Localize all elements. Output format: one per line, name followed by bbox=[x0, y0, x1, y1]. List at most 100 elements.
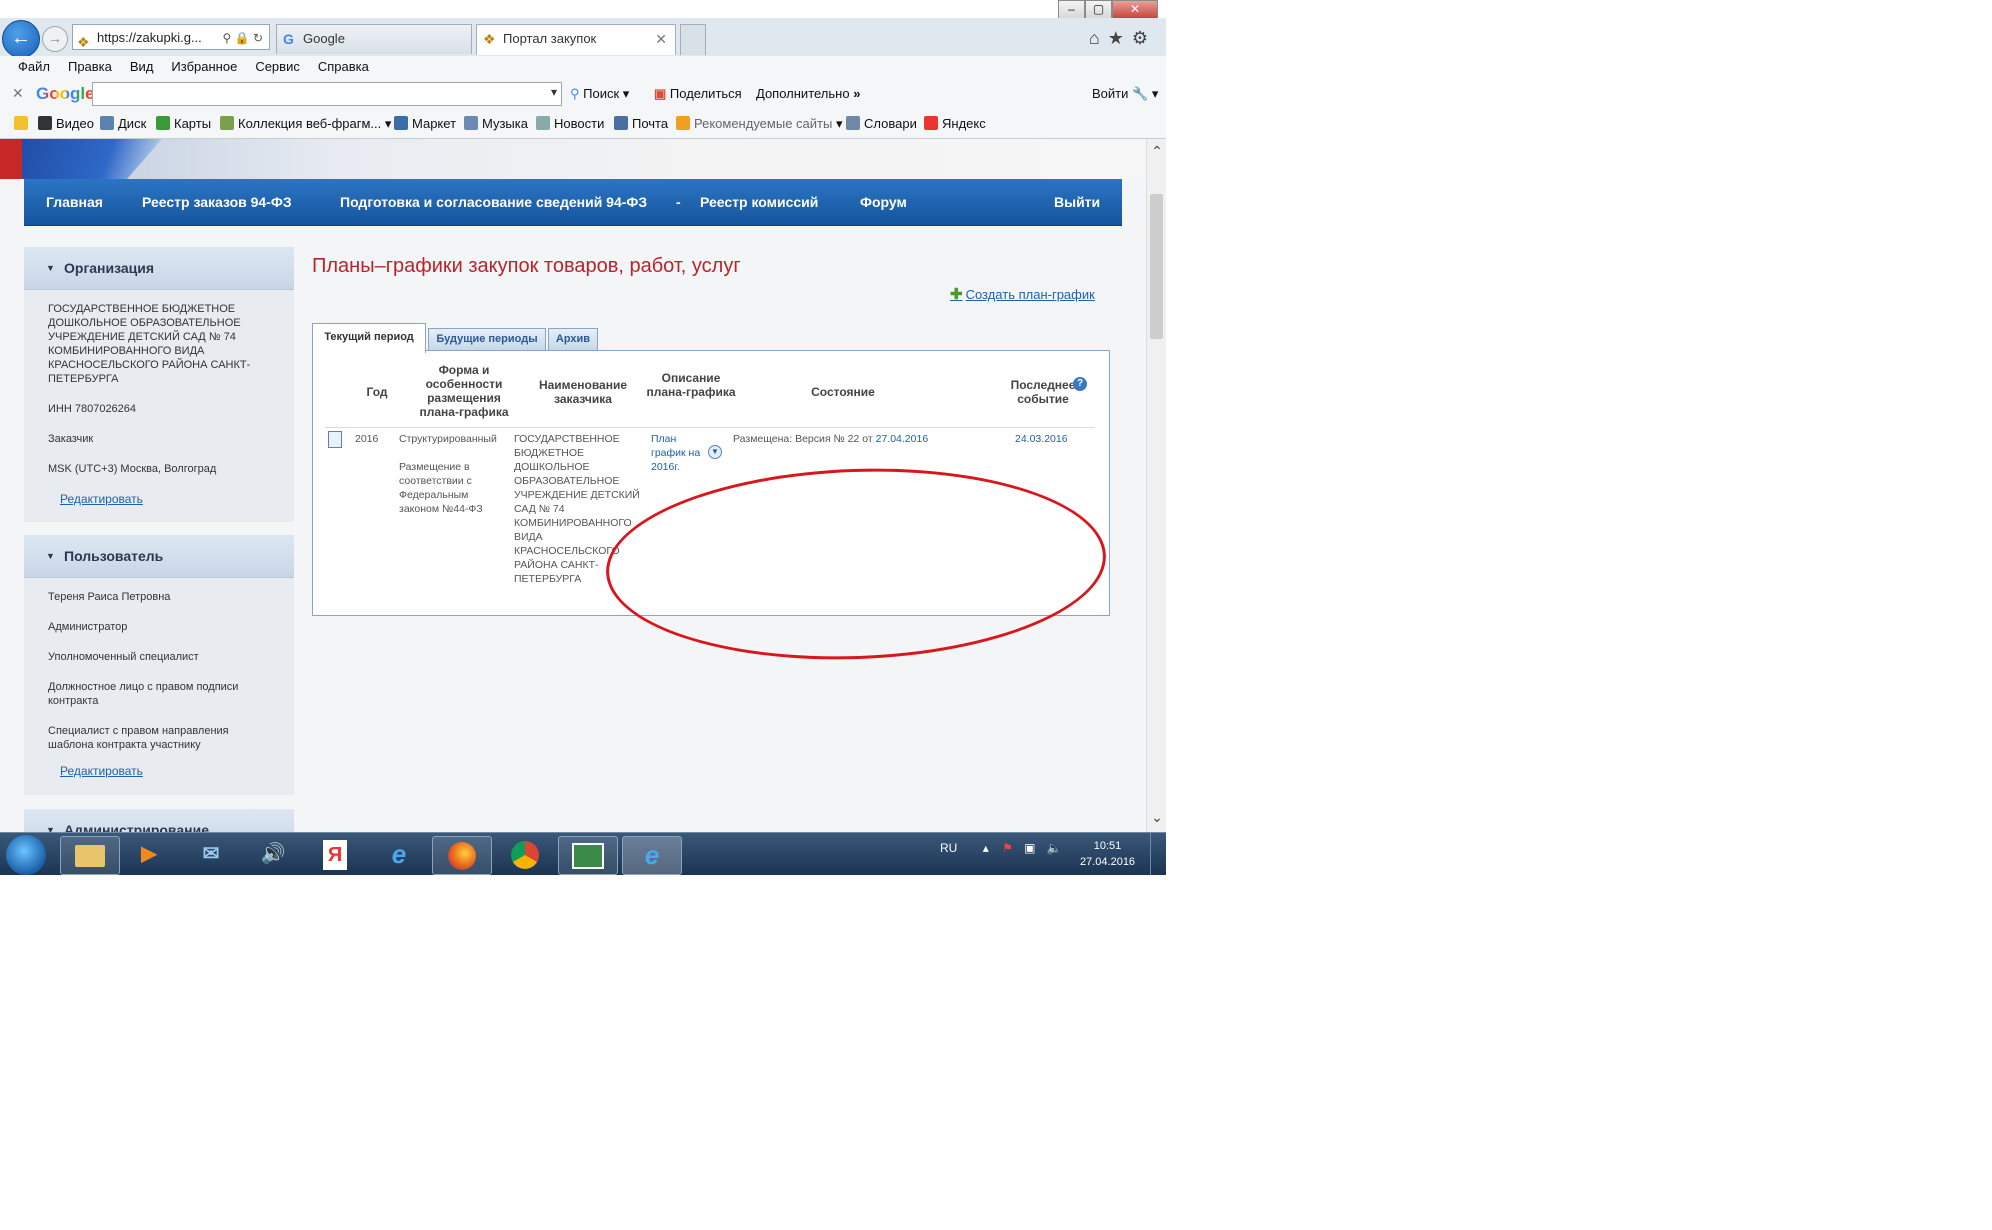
nav-home[interactable]: Главная bbox=[46, 179, 103, 225]
bookmark-web-slices[interactable]: Коллекция веб-фрагм... ▾ bbox=[220, 116, 391, 132]
status-date: 27.04.2016 bbox=[875, 433, 929, 445]
nav-forum[interactable]: Форум bbox=[860, 179, 907, 225]
cell-form: Структурированный bbox=[399, 433, 497, 445]
nav-logout[interactable]: Выйти bbox=[1054, 179, 1100, 225]
browser-toolbar-icons: ⌂★⚙ bbox=[1089, 28, 1156, 49]
login-button[interactable]: Войти 🔧 ▾ bbox=[1092, 86, 1158, 102]
page-scrollbar[interactable]: ⌃ ⌄ bbox=[1146, 139, 1166, 832]
cell-customer: ГОСУДАРСТВЕННОЕ БЮДЖЕТНОЕ ДОШКОЛЬНОЕ ОБР… bbox=[514, 433, 640, 585]
show-desktop-button[interactable] bbox=[1150, 833, 1166, 875]
google-logo-text: Google bbox=[36, 84, 95, 103]
language-indicator[interactable]: RU bbox=[940, 841, 957, 855]
bookmark-disk[interactable]: Диск bbox=[100, 116, 146, 131]
bookmark-maps[interactable]: Карты bbox=[156, 116, 211, 131]
menu-view[interactable]: Вид bbox=[130, 56, 154, 78]
menu-help[interactable]: Справка bbox=[318, 56, 369, 78]
organization-role: Заказчик bbox=[48, 433, 94, 445]
minimize-button[interactable]: – bbox=[1058, 0, 1085, 19]
bookmark-news[interactable]: Новости bbox=[536, 116, 604, 131]
taskbar-media-player[interactable]: ▶ bbox=[120, 836, 178, 873]
tab-portal[interactable]: ❖ Портал закупок ✕ bbox=[476, 24, 676, 55]
show-hidden-icons[interactable]: ▴ bbox=[983, 841, 989, 855]
user-role: Специалист с правом направления шаблона … bbox=[48, 725, 229, 751]
help-icon[interactable]: ? bbox=[1073, 377, 1087, 391]
taskbar-mail[interactable]: ✉ bbox=[182, 836, 240, 873]
close-tab-icon[interactable]: ✕ bbox=[655, 25, 667, 53]
bookmark-suggested-sites[interactable]: Рекомендуемые сайты ▾ bbox=[676, 116, 842, 132]
bookmark-mail[interactable]: Почта bbox=[614, 116, 668, 131]
menu-file[interactable]: Файл bbox=[18, 56, 50, 78]
user-panel-header[interactable]: ▼ Пользователь bbox=[24, 535, 294, 578]
column-header-customer: Наименование заказчика bbox=[538, 378, 628, 406]
window-app-icon bbox=[572, 842, 604, 869]
google-search-input[interactable]: ▾ bbox=[92, 82, 562, 106]
create-plan-link[interactable]: ✚ Создать план-график bbox=[950, 285, 1095, 303]
menu-edit[interactable]: Правка bbox=[68, 56, 112, 78]
scroll-down-icon[interactable]: ⌄ bbox=[1149, 809, 1165, 826]
home-icon[interactable]: ⌂ bbox=[1089, 28, 1108, 48]
favorites-star-icon[interactable]: ★ bbox=[1108, 28, 1132, 48]
menu-favorites[interactable]: Избранное bbox=[171, 56, 237, 78]
menu-tools[interactable]: Сервис bbox=[255, 56, 300, 78]
tab-google[interactable]: G Google bbox=[276, 24, 472, 54]
flag-decoration bbox=[0, 139, 22, 179]
start-button[interactable] bbox=[6, 835, 46, 875]
organization-panel-header[interactable]: ▼ Организация bbox=[24, 247, 294, 290]
admin-panel: ▼ Администрирование bbox=[24, 809, 294, 832]
user-role: Уполномоченный специалист bbox=[48, 651, 199, 663]
action-center-flag-icon[interactable]: ⚑ bbox=[1002, 841, 1013, 855]
organization-edit-link[interactable]: Редактировать bbox=[60, 492, 270, 506]
back-button[interactable]: ← bbox=[2, 20, 40, 58]
address-icons[interactable]: ⚲ 🔒 ↻ bbox=[223, 25, 263, 49]
nav-commissions-registry[interactable]: Реестр комиссий bbox=[700, 179, 818, 225]
share-button[interactable]: ▣ Поделиться bbox=[654, 86, 742, 102]
bookmark-video[interactable]: Видео bbox=[38, 116, 94, 131]
share-icon: ▣ bbox=[654, 86, 667, 101]
document-icon[interactable] bbox=[328, 431, 342, 448]
forward-button[interactable]: → bbox=[42, 26, 68, 52]
new-tab-button[interactable] bbox=[680, 24, 706, 55]
chevron-down-icon[interactable]: ▼ bbox=[708, 445, 722, 459]
taskbar-yandex[interactable]: Я bbox=[306, 836, 364, 873]
close-toolbar-icon[interactable]: ✕ bbox=[12, 85, 24, 102]
bookmark-yandex[interactable]: Яндекс bbox=[924, 116, 986, 131]
google-search-button[interactable]: ⚲ Поиск ▾ bbox=[570, 86, 629, 102]
plan-description-link[interactable]: План график на 2016г. bbox=[651, 432, 703, 474]
tab-label: Портал закупок bbox=[503, 31, 597, 46]
network-icon[interactable]: ▣ bbox=[1024, 841, 1035, 855]
bookmark-label: Рекомендуемые сайты bbox=[694, 116, 833, 131]
taskbar-window-app[interactable] bbox=[558, 836, 618, 875]
tab-current-period[interactable]: Текущий период bbox=[312, 323, 426, 353]
taskbar-chrome[interactable] bbox=[496, 836, 554, 873]
scroll-up-icon[interactable]: ⌃ bbox=[1149, 143, 1165, 160]
bookmark-market[interactable]: Маркет bbox=[394, 116, 456, 131]
nav-prep-approval[interactable]: Подготовка и согласование сведений 94-ФЗ bbox=[340, 179, 647, 225]
tab-archive[interactable]: Архив bbox=[548, 328, 598, 351]
taskbar-sound[interactable]: 🔊 bbox=[244, 836, 302, 873]
taskbar-ie-active[interactable]: e bbox=[622, 836, 682, 875]
bookmark-label: Словари bbox=[864, 116, 917, 131]
address-bar[interactable]: ❖ https://zakupki.g... ⚲ 🔒 ↻ bbox=[72, 24, 270, 50]
nav-orders-registry[interactable]: Реестр заказов 94-ФЗ bbox=[142, 179, 292, 225]
taskbar-ie[interactable]: e bbox=[370, 836, 428, 873]
bookmark-music[interactable]: Музыка bbox=[464, 116, 528, 131]
wrench-icon[interactable]: 🔧 bbox=[1132, 86, 1148, 101]
taskbar-explorer[interactable] bbox=[60, 836, 120, 875]
taskbar-firefox[interactable] bbox=[432, 836, 492, 875]
tab-future-periods[interactable]: Будущие периоды bbox=[428, 328, 546, 351]
add-favorite-icon[interactable] bbox=[14, 116, 32, 131]
more-button[interactable]: Дополнительно » bbox=[756, 86, 860, 101]
column-header-last-event: Последнее событие bbox=[1010, 378, 1076, 406]
chevron-down-icon: ▼ bbox=[46, 825, 55, 832]
chevron-down-icon[interactable]: ▾ bbox=[551, 85, 557, 99]
admin-panel-header[interactable]: ▼ Администрирование bbox=[24, 809, 294, 832]
settings-gear-icon[interactable]: ⚙ bbox=[1132, 28, 1156, 48]
scroll-thumb[interactable] bbox=[1150, 194, 1163, 339]
system-clock[interactable]: 10:51 27.04.2016 bbox=[1080, 838, 1135, 870]
user-edit-link[interactable]: Редактировать bbox=[60, 764, 270, 778]
close-window-button[interactable]: ✕ bbox=[1112, 0, 1158, 19]
bookmark-label: Коллекция веб-фрагм... bbox=[238, 116, 382, 131]
volume-icon[interactable]: 🔈 bbox=[1047, 841, 1062, 855]
bookmark-dictionaries[interactable]: Словари bbox=[846, 116, 917, 131]
maximize-button[interactable]: ▢ bbox=[1085, 0, 1112, 19]
